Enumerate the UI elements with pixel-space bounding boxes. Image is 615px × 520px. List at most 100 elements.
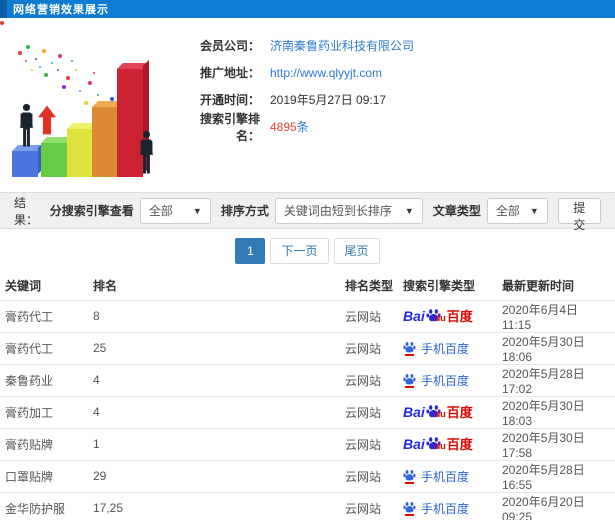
header-keyword: 关键词: [5, 279, 42, 294]
chart-bar-blue: [12, 142, 44, 177]
mobile-baidu-label: 手机百度: [421, 469, 470, 484]
updated-cell: 2020年5月30日 17:58: [497, 427, 615, 460]
sort-filter-label: 排序方式: [220, 204, 269, 218]
table-row[interactable]: 秦鲁药业 4 云网站 手机百度 2020年5月28日 17:02: [0, 363, 615, 396]
baidu-logo-cn-text: 百度: [446, 405, 473, 420]
rank-cell[interactable]: 17,25: [88, 491, 340, 520]
rank-cell[interactable]: 4: [88, 363, 340, 396]
sort-filter-value: 关键词由短到长排序: [283, 204, 392, 218]
mobile-baidu-paw-icon: [403, 373, 416, 388]
mobile-baidu-paw-icon: [403, 501, 416, 516]
header-rank-type: 排名类型: [345, 279, 394, 294]
last-page-button[interactable]: 尾页: [333, 237, 380, 264]
mobile-baidu-paw-icon: [403, 469, 416, 484]
engine-cell: Bai du 百度: [398, 395, 497, 428]
rank-count-row: 搜索引擎排名： 4895条: [178, 112, 615, 143]
rank-cell[interactable]: 4: [88, 395, 340, 428]
baidu-logo: Bai du 百度: [403, 436, 473, 451]
rank-type-cell: 云网站: [340, 299, 398, 332]
table-header-row: 关键词 排名 排名类型 搜索引擎类型 最新更新时间: [0, 272, 615, 300]
table-row[interactable]: 膏药加工 4 云网站 Bai du 百度 2020年5月30日 18:03: [0, 395, 615, 428]
baidu-logo-cn-text: 百度: [446, 309, 473, 324]
submit-button[interactable]: 提交: [557, 197, 601, 232]
engine-cell: Bai du 百度: [398, 427, 497, 460]
titlebar: 网络营销效果展示: [0, 0, 615, 18]
mobile-baidu-logo: 手机百度: [403, 500, 469, 517]
table-row[interactable]: 口罩贴牌 29 云网站 手机百度 2020年5月28日 16:55: [0, 459, 615, 492]
open-time-label: 开通时间：: [199, 93, 260, 107]
keyword-cell: 膏药加工: [0, 395, 88, 428]
top-section: 会员公司： 济南秦鲁药业科技有限公司 推广地址： http://www.qlyy…: [0, 18, 615, 185]
updated-cell: 2020年5月28日 17:02: [497, 363, 615, 396]
rank-cell[interactable]: 29: [88, 459, 340, 492]
table-row[interactable]: 膏药代工 25 云网站 手机百度 2020年5月30日 18:06: [0, 331, 615, 364]
keyword-cell: 秦鲁药业: [0, 363, 88, 396]
table-row[interactable]: 膏药代工 8 云网站 Bai du 百度 2020年6月4日 11:15: [0, 299, 615, 332]
confetti-decoration: [0, 21, 4, 25]
up-arrow-icon: [38, 105, 56, 135]
table-body: 膏药代工 8 云网站 Bai du 百度 2020年6月4日 11:15 膏药代…: [0, 299, 615, 520]
page-1-button[interactable]: 1: [235, 237, 266, 264]
ranking-table: 关键词 排名 排名类型 搜索引擎类型 最新更新时间 膏药代工 8 云网站 Bai…: [0, 272, 615, 520]
baidu-logo: Bai du 百度: [403, 404, 473, 419]
updated-cell: 2020年5月28日 16:55: [497, 459, 615, 492]
article-type-label: 文章类型: [432, 204, 481, 218]
keyword-cell: 膏药代工: [0, 331, 88, 364]
table-row[interactable]: 膏药贴牌 1 云网站 Bai du 百度 2020年5月30日 17:58: [0, 427, 615, 460]
updated-cell: 2020年6月20日 09:25: [497, 491, 615, 520]
engine-cell: 手机百度: [398, 491, 497, 520]
engine-filter-label: 分搜索引擎查看: [49, 204, 134, 218]
chevron-down-icon: ▼: [192, 205, 202, 216]
engine-cell: Bai du 百度: [398, 299, 497, 332]
chevron-down-icon: ▼: [529, 205, 539, 216]
baidu-logo-bai-text: Bai: [403, 436, 425, 452]
engine-cell: 手机百度: [398, 459, 497, 492]
rank-type-cell: 云网站: [340, 427, 398, 460]
pagination: 1 下一页 尾页: [0, 229, 615, 272]
businessman-right-icon: [138, 129, 155, 179]
chart-bar-orange: [92, 98, 124, 177]
engine-filter-select[interactable]: 全部 ▼: [139, 197, 211, 224]
sort-filter-select[interactable]: 关键词由短到长排序 ▼: [274, 197, 423, 224]
chart-bar-yellow: [67, 120, 99, 177]
chart-bar-green: [41, 134, 73, 177]
next-page-button[interactable]: 下一页: [270, 237, 329, 264]
mobile-baidu-label: 手机百度: [421, 341, 470, 356]
updated-cell: 2020年5月30日 18:03: [497, 395, 615, 428]
rank-type-cell: 云网站: [340, 459, 398, 492]
rank-cell[interactable]: 8: [88, 299, 340, 332]
header-engine-type: 搜索引擎类型: [403, 279, 476, 294]
mobile-baidu-paw-icon: [403, 341, 416, 356]
rank-count-number: 4895: [270, 120, 297, 134]
baidu-logo-du-text: du: [434, 441, 446, 451]
page-title: 网络营销效果展示: [13, 4, 109, 16]
mobile-baidu-logo: 手机百度: [403, 372, 469, 389]
url-label: 推广地址：: [199, 66, 260, 80]
keyword-cell: 膏药贴牌: [0, 427, 88, 460]
article-type-select[interactable]: 全部 ▼: [486, 197, 548, 224]
rank-type-cell: 云网站: [340, 491, 398, 520]
mobile-baidu-label: 手机百度: [421, 501, 470, 516]
baidu-logo-cn-text: 百度: [446, 437, 473, 452]
header-updated: 最新更新时间: [502, 279, 575, 294]
engine-cell: 手机百度: [398, 331, 497, 364]
baidu-logo-bai-text: Bai: [403, 404, 425, 420]
company-row: 会员公司： 济南秦鲁药业科技有限公司: [178, 32, 615, 59]
promotion-url-link[interactable]: http://www.qlyyjt.com: [270, 66, 382, 80]
keyword-cell: 金华防护服: [0, 491, 88, 520]
article-type-value: 全部: [495, 204, 520, 218]
baidu-logo-du-text: du: [434, 313, 446, 323]
rank-count-label: 搜索引擎排名：: [199, 111, 260, 143]
baidu-logo-bai-text: Bai: [403, 308, 425, 324]
rank-cell[interactable]: 25: [88, 331, 340, 364]
table-row[interactable]: 金华防护服 17,25 云网站 手机百度 2020年6月20日 09:25: [0, 491, 615, 520]
baidu-logo-du-text: du: [434, 409, 446, 419]
rank-cell[interactable]: 1: [88, 427, 340, 460]
filter-bar: 结果： 分搜索引擎查看 全部 ▼ 排序方式 关键词由短到长排序 ▼ 文章类型 全…: [0, 192, 615, 232]
rank-count-unit: 条: [296, 120, 309, 134]
url-row: 推广地址： http://www.qlyyjt.com: [178, 59, 615, 86]
company-link[interactable]: 济南秦鲁药业科技有限公司: [270, 37, 414, 54]
marketing-report-page: 网络营销效果展示 会员公司： 济南秦鲁药业科技有限公司 推广地址： http:/…: [0, 0, 615, 520]
engine-cell: 手机百度: [398, 363, 497, 396]
keyword-cell: 膏药代工: [0, 299, 88, 332]
